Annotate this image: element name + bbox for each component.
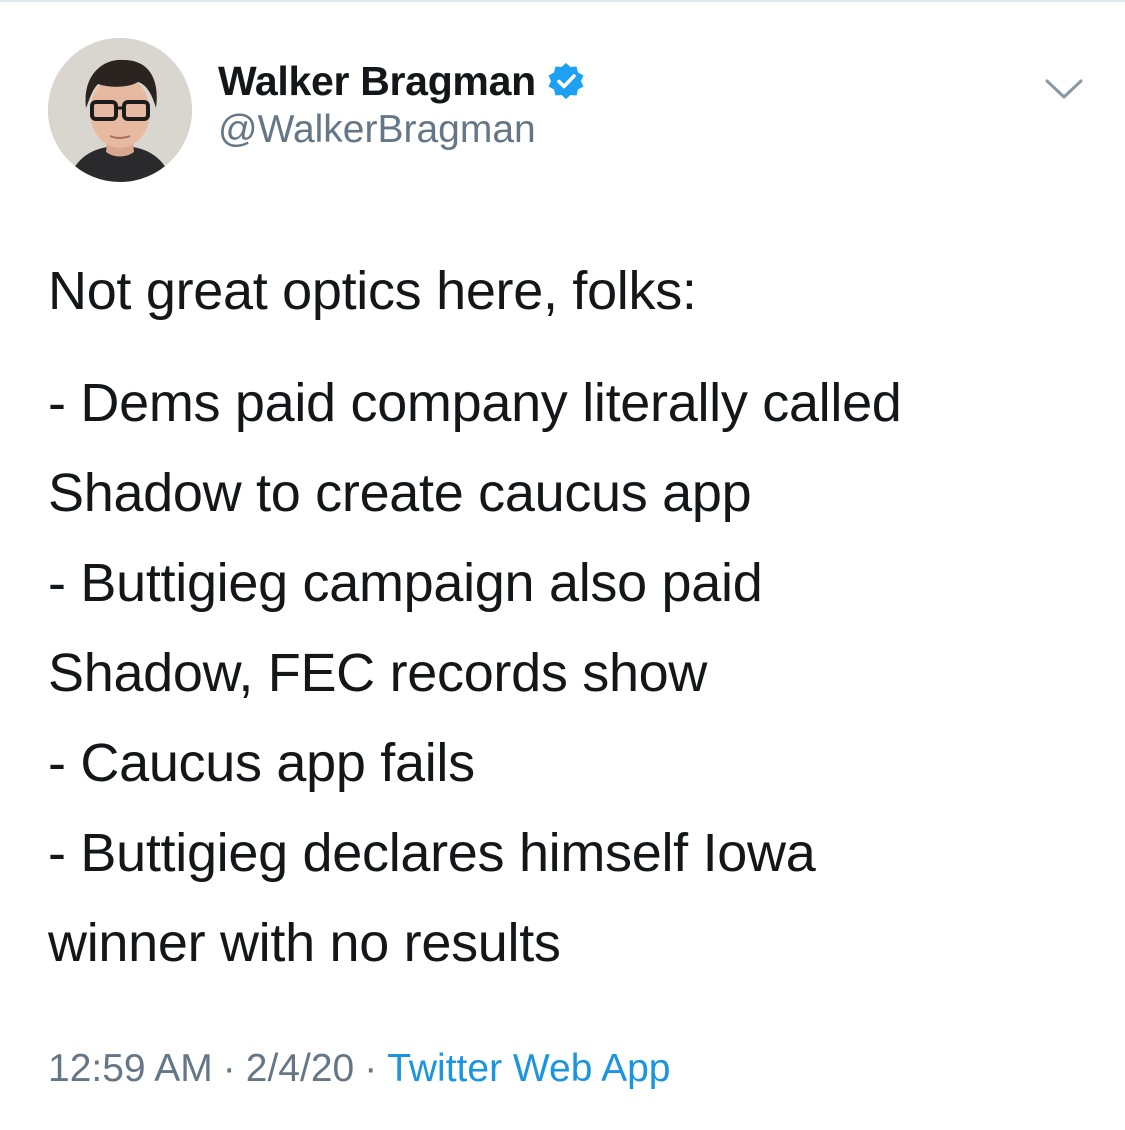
top-divider: [0, 0, 1125, 2]
tweet-metadata: 12:59 AM · 2/4/20 · Twitter Web App: [48, 1047, 670, 1091]
separator-dot: ·: [364, 1047, 378, 1090]
author-handle[interactable]: @WalkerBragman: [218, 108, 536, 152]
tweet-text-line: Shadow to create caucus app: [48, 463, 752, 523]
avatar[interactable]: [48, 38, 192, 182]
tweet-text-line: - Caucus app fails: [48, 733, 475, 793]
tweet-text-line: - Dems paid company literally called: [48, 373, 902, 433]
tweet-text-line: Not great optics here, folks:: [48, 261, 697, 321]
chevron-down-icon[interactable]: [1042, 74, 1086, 104]
tweet-text-line: - Buttigieg campaign also paid: [48, 553, 763, 613]
separator-dot: ·: [222, 1047, 236, 1090]
tweet-time[interactable]: 12:59 AM: [48, 1047, 213, 1090]
tweet-source-link[interactable]: Twitter Web App: [387, 1047, 670, 1090]
tweet-text-line: Shadow, FEC records show: [48, 643, 708, 703]
author-name-row[interactable]: Walker Bragman: [218, 56, 586, 106]
avatar-image: [48, 38, 192, 182]
tweet-text-line: winner with no results: [48, 913, 561, 973]
tweet-text: Not great optics here, folks: - Dems pai…: [48, 246, 1088, 988]
verified-badge-icon: [546, 61, 586, 101]
author-display-name[interactable]: Walker Bragman: [218, 58, 536, 105]
tweet-text-line: - Buttigieg declares himself Iowa: [48, 823, 816, 883]
tweet-date[interactable]: 2/4/20: [246, 1047, 354, 1090]
